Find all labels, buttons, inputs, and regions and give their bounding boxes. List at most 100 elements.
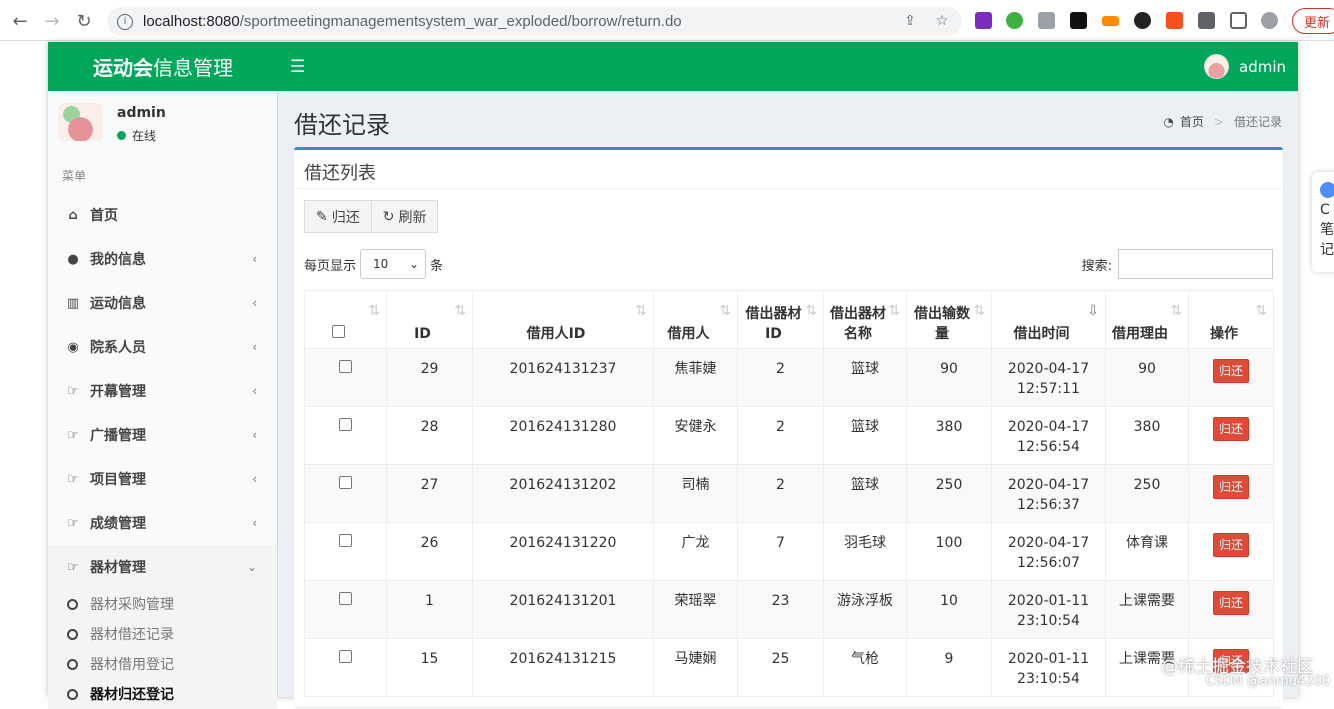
extension-icon[interactable] bbox=[1070, 12, 1087, 29]
checkbox bbox=[304, 406, 387, 465]
cell-equipment-name: 气枪 bbox=[823, 638, 907, 697]
column-header[interactable]: ID ⇅ bbox=[386, 290, 473, 349]
forward-icon[interactable]: → bbox=[37, 6, 67, 36]
hand-point-icon: ☞ bbox=[67, 427, 79, 443]
column-header[interactable]: 借用理由 ⇅ bbox=[1105, 290, 1189, 349]
extension-icon[interactable] bbox=[1038, 12, 1055, 29]
user-icon: ● bbox=[67, 251, 79, 267]
cell-reason: 90 bbox=[1105, 348, 1189, 407]
cell-equipment-id: 2 bbox=[737, 464, 824, 523]
search-input[interactable] bbox=[1118, 249, 1273, 279]
row-return-button[interactable]: 归还 bbox=[1212, 533, 1249, 557]
select-all-checkbox[interactable] bbox=[332, 325, 345, 338]
cell-equipment-name: 游泳浮板 bbox=[823, 580, 907, 639]
hamburger-menu-icon[interactable]: ☰ bbox=[290, 57, 306, 77]
reload-icon[interactable]: ↻ bbox=[69, 6, 99, 36]
row-checkbox[interactable] bbox=[339, 360, 352, 373]
hand-point-icon: ☞ bbox=[67, 515, 79, 531]
search-control: 搜索: bbox=[1082, 249, 1273, 279]
table-row[interactable]: 27 201624131202 司楠 2 篮球 250 2020-04-17 12:56:37… bbox=[304, 464, 1274, 523]
row-return-button[interactable]: 归还 bbox=[1212, 359, 1249, 383]
table-row[interactable]: 28 201624131280 安健永 2 篮球 380 2020-04-17 12:56:5… bbox=[304, 406, 1274, 465]
column-header[interactable]: 借出器材ID ⇅ bbox=[737, 290, 824, 349]
profile-icon[interactable] bbox=[1261, 12, 1278, 29]
extension-icon[interactable] bbox=[1102, 16, 1119, 26]
select-all-header[interactable]: ⇅ bbox=[304, 290, 387, 349]
column-header[interactable]: 借出器材名称 ⇅ bbox=[823, 290, 907, 349]
share-icon[interactable]: ⇪ bbox=[901, 13, 919, 31]
return-button[interactable]: ✎ 归还 bbox=[304, 200, 372, 233]
time-text: 12:56:54 bbox=[1017, 439, 1080, 455]
sidebar-item-projects[interactable]: ☞ 项目管理 ‹ bbox=[48, 457, 277, 501]
sidebar-item-broadcast[interactable]: ☞ 广播管理 ‹ bbox=[48, 413, 277, 457]
sidebar-subitem-purchase[interactable]: 器材采购管理 bbox=[48, 589, 277, 619]
cell-user-name: 荣瑶翠 bbox=[653, 580, 738, 639]
cell-quantity: 100 bbox=[906, 522, 992, 581]
app-logo[interactable]: 运动会 信息管理 bbox=[48, 42, 278, 91]
row-checkbox[interactable] bbox=[339, 592, 352, 605]
sidebar-item-departments[interactable]: ◉ 院系人员 ‹ bbox=[48, 325, 277, 369]
extension-icon[interactable] bbox=[975, 12, 992, 29]
table-row[interactable]: 26 201624131220 广龙 7 羽毛球 100 2020-04-17 12:56:0… bbox=[304, 522, 1274, 581]
table-row[interactable]: 29 201624131237 焦菲婕 2 篮球 90 2020-04-17 12:57:11… bbox=[304, 348, 1274, 407]
sidebar-item-scores[interactable]: ☞ 成绩管理 ‹ bbox=[48, 501, 277, 545]
address-bar[interactable]: i localhost:8080/sportmeetingmanagements… bbox=[107, 7, 962, 36]
back-icon[interactable]: ← bbox=[5, 6, 35, 36]
row-return-button[interactable]: 归还 bbox=[1212, 475, 1249, 499]
refresh-button[interactable]: ↻ 刷新 bbox=[371, 200, 439, 233]
page-length-select[interactable]: 10 ⌄ bbox=[360, 249, 427, 279]
column-header[interactable]: 借出时间 ⇩ bbox=[991, 290, 1106, 349]
cell-quantity: 10 bbox=[906, 580, 992, 639]
sidepanel-icon[interactable] bbox=[1230, 12, 1247, 29]
sidebar-item-opening[interactable]: ☞ 开幕管理 ‹ bbox=[48, 369, 277, 413]
sidebar-item-home[interactable]: ⌂ 首页 bbox=[48, 193, 277, 237]
time-text: 12:57:11 bbox=[1017, 381, 1080, 397]
sidebar-item-my-info[interactable]: ● 我的信息 ‹ bbox=[48, 237, 277, 281]
sidebar-subitem-borrow-register[interactable]: 器材借用登记 bbox=[48, 649, 277, 679]
box-title: 借还列表 bbox=[304, 163, 376, 184]
cell-reason: 250 bbox=[1105, 464, 1189, 523]
row-checkbox[interactable] bbox=[339, 476, 352, 489]
row-checkbox[interactable] bbox=[339, 534, 352, 547]
extension-icon[interactable] bbox=[1166, 12, 1183, 29]
top-user-menu[interactable]: admin bbox=[1204, 54, 1286, 79]
extension-icon[interactable] bbox=[1134, 12, 1151, 29]
breadcrumb: ◔ 首页 > 借还记录 bbox=[1163, 113, 1282, 130]
cell-equipment-name: 篮球 bbox=[823, 406, 907, 465]
users-icon: ◉ bbox=[67, 339, 79, 355]
cell-time: 2020-01-11 23:10:54 bbox=[991, 638, 1106, 697]
cell-user-id: 201624131215 bbox=[472, 638, 654, 697]
bookmark-star-icon[interactable]: ☆ bbox=[933, 13, 951, 31]
sidebar-subitem-borrow-records[interactable]: 器材借还记录 bbox=[48, 619, 277, 649]
row-checkbox[interactable] bbox=[339, 650, 352, 663]
cell-id: 15 bbox=[386, 638, 473, 697]
update-button[interactable]: 更新 bbox=[1292, 8, 1334, 34]
extension-icon[interactable] bbox=[1006, 12, 1023, 29]
circle-icon bbox=[67, 688, 78, 700]
chevron-left-icon: ‹ bbox=[252, 340, 257, 354]
row-return-button[interactable]: 归还 bbox=[1212, 417, 1249, 441]
side-popup[interactable]: C 笔 记 bbox=[1312, 172, 1334, 272]
info-icon[interactable]: i bbox=[117, 13, 133, 30]
column-header[interactable]: 借用人 ⇅ bbox=[653, 290, 738, 349]
sidebar-subitem-return-register[interactable]: 器材归还登记 bbox=[48, 679, 277, 709]
sidebar-item-sports-info[interactable]: ▥ 运动信息 ‹ bbox=[48, 281, 277, 325]
sort-icon: ⇅ bbox=[888, 303, 900, 319]
cell-action: 归还 bbox=[1188, 522, 1274, 581]
row-return-button[interactable]: 归还 bbox=[1212, 591, 1249, 615]
page-title: 借还记录 bbox=[294, 111, 390, 139]
table-row[interactable]: 15 201624131215 马婕娴 25 气枪 9 2020-01-11 23:10:54… bbox=[304, 638, 1274, 697]
row-checkbox[interactable] bbox=[339, 418, 352, 431]
sort-icon: ⇅ bbox=[1255, 303, 1267, 319]
cell-id: 26 bbox=[386, 522, 473, 581]
table-row[interactable]: 1 201624131201 荣瑶翠 23 游泳浮板 10 2020-01-11 23:10:… bbox=[304, 580, 1274, 639]
circle-icon bbox=[67, 628, 78, 640]
column-header[interactable]: 借出输数量 ⇅ bbox=[906, 290, 992, 349]
column-header[interactable]: 借用人ID ⇅ bbox=[472, 290, 654, 349]
breadcrumb-home[interactable]: 首页 bbox=[1180, 113, 1204, 130]
circle-icon bbox=[67, 598, 78, 610]
home-icon: ⌂ bbox=[68, 207, 78, 223]
puzzle-icon[interactable] bbox=[1198, 12, 1215, 29]
sidebar-item-equipment[interactable]: ☞ 器材管理 ⌄ bbox=[48, 545, 277, 589]
top-user-name: admin bbox=[1239, 57, 1286, 76]
